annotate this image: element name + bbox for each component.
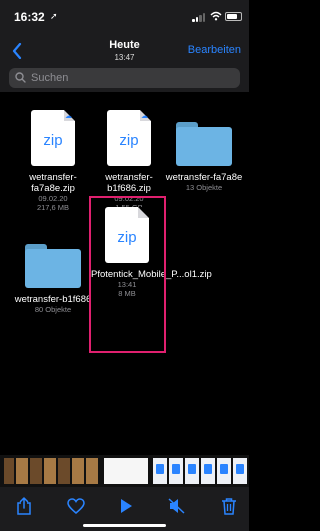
status-bar: 16:32 ➚ [0, 0, 249, 36]
thumbnail[interactable] [153, 458, 167, 484]
search-placeholder: Suchen [31, 72, 69, 84]
play-button[interactable] [115, 495, 137, 517]
search-input[interactable]: Suchen [9, 68, 240, 88]
cloud-download-icon: ☁ [65, 113, 72, 120]
battery-icon [225, 12, 242, 21]
file-name: wetransfer-b1f686.zip [105, 172, 153, 194]
thumbnail[interactable] [30, 458, 42, 484]
folder-item-count: 80 Objekte [34, 305, 72, 314]
folder-item-count: 13 Objekte [185, 183, 223, 192]
share-button[interactable] [13, 495, 35, 517]
status-time: 16:32 [14, 10, 45, 24]
thumbnail[interactable] [104, 458, 148, 484]
thumbnail[interactable] [86, 458, 98, 484]
location-arrow-icon: ➚ [50, 11, 58, 21]
thumbnail[interactable] [4, 458, 14, 484]
thumbnail[interactable] [72, 458, 84, 484]
search-bar: Suchen [0, 66, 249, 92]
favorite-button[interactable] [65, 495, 87, 517]
wifi-icon [210, 11, 222, 21]
folder-item-wetransfer-b1f686[interactable]: wetransfer-b1f686 80 Objekte [12, 244, 94, 314]
search-icon [15, 72, 26, 83]
zip-file-icon: ☁ zip [31, 110, 75, 166]
delete-button[interactable] [218, 495, 240, 517]
thumbnail[interactable] [201, 458, 215, 484]
file-name: wetransfer-fa7a8e.zip [29, 172, 77, 194]
folder-name: wetransfer-b1f686 [14, 294, 92, 305]
file-item-wetransfer-fa7a8e-zip[interactable]: ☁ zip wetransfer-fa7a8e.zip 09.02.20 217… [12, 110, 94, 212]
trash-icon [222, 498, 236, 515]
selection-highlight [89, 196, 166, 353]
edit-button[interactable]: Bearbeiten [188, 44, 241, 56]
thumbnail[interactable] [217, 458, 231, 484]
folder-icon [176, 122, 232, 166]
thumbnail[interactable] [185, 458, 199, 484]
cloud-download-icon: ☁ [141, 113, 148, 120]
mute-button[interactable] [166, 495, 188, 517]
thumbnail[interactable] [233, 458, 247, 484]
file-size: 217,6 MB [36, 203, 70, 212]
heart-icon [67, 498, 85, 514]
folder-item-wetransfer-fa7a8e[interactable]: wetransfer-fa7a8e 13 Objekte [163, 122, 245, 192]
home-indicator [83, 524, 166, 527]
thumbnail-strip[interactable] [0, 455, 249, 487]
thumbnail[interactable] [44, 458, 56, 484]
play-icon [121, 499, 132, 513]
thumbnail[interactable] [58, 458, 70, 484]
folder-name: wetransfer-fa7a8e [165, 172, 243, 183]
share-icon [17, 497, 31, 515]
zip-file-icon: ☁ zip [107, 110, 151, 166]
thumbnail[interactable] [169, 458, 183, 484]
navigation-bar: Heute 13:47 Bearbeiten [0, 36, 249, 66]
folder-icon [25, 244, 81, 288]
cellular-signal-icon [192, 13, 206, 22]
mute-icon [168, 498, 185, 514]
thumbnail[interactable] [16, 458, 28, 484]
file-date: 09.02.20 [38, 194, 68, 203]
